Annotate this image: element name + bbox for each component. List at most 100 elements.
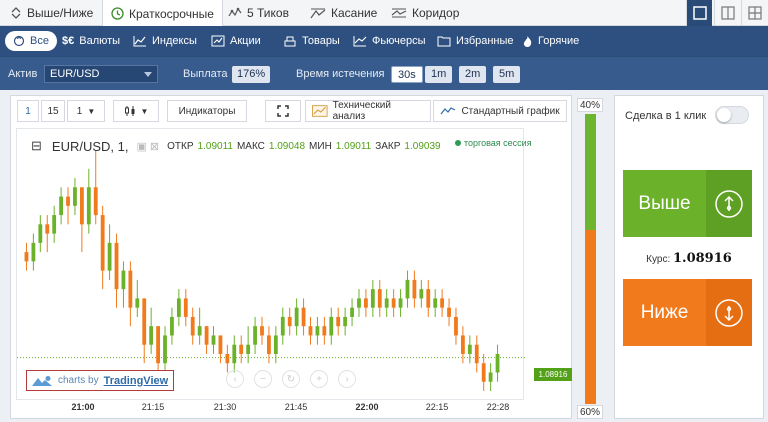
fullscreen-icon	[277, 105, 289, 117]
category-label: Товары	[302, 35, 340, 47]
candle	[322, 316, 327, 345]
candle-body	[225, 353, 230, 364]
legend-low: 1.09011	[335, 140, 372, 152]
candle-body	[107, 242, 112, 271]
down-button-label: Ниже	[640, 301, 689, 323]
zoom-in-button[interactable]: +	[310, 370, 328, 388]
trade-panel: Сделка в 1 клик Выше Курс: 1.08916 Ниже	[614, 95, 764, 419]
candle	[301, 298, 306, 336]
layout-two-button[interactable]	[714, 0, 740, 26]
layout-four-button[interactable]	[741, 0, 767, 26]
updown-icon	[11, 7, 21, 19]
category-futures[interactable]: Фьючерсы	[353, 31, 425, 51]
scroll-left-button[interactable]: ‹	[226, 370, 244, 388]
toggle-knob	[717, 108, 731, 122]
asset-value: EUR/USD	[50, 68, 100, 80]
candle	[239, 335, 244, 364]
category-currencies[interactable]: $€ Валюты	[62, 31, 120, 51]
candle	[426, 279, 431, 317]
candle	[377, 279, 382, 317]
category-label: Фьючерсы	[372, 35, 426, 47]
expiry-5m-button[interactable]: 5m	[493, 66, 521, 83]
candle	[107, 224, 112, 280]
category-indices[interactable]: Индексы	[133, 31, 197, 51]
standard-chart-label: Стандартный график	[461, 105, 560, 117]
candle-body	[294, 307, 299, 327]
standard-chart-button[interactable]: Стандартный график	[433, 100, 567, 122]
category-stocks[interactable]: Акции	[211, 31, 261, 51]
tab-high-low[interactable]: Выше/Ниже	[2, 0, 101, 26]
candle-body	[412, 279, 417, 299]
four-layout-icon	[747, 6, 762, 20]
interval-button-1[interactable]: 1	[17, 100, 39, 122]
indicators-button[interactable]: Индикаторы	[167, 100, 247, 122]
candle-body	[350, 307, 354, 317]
call-up-button[interactable]: Выше	[623, 170, 752, 237]
put-down-button[interactable]: Ниже	[623, 279, 752, 346]
legend-high: 1.09048	[268, 140, 306, 152]
chevron-down-icon: ▼	[87, 106, 96, 116]
candle	[142, 298, 147, 364]
candle	[225, 344, 230, 373]
candle-body	[273, 335, 278, 354]
tab-corridor[interactable]: Коридор	[383, 0, 467, 26]
candle-body	[405, 279, 410, 299]
scroll-right-button[interactable]: ›	[338, 370, 356, 388]
candle-body	[301, 307, 306, 327]
category-all[interactable]: Все	[5, 31, 57, 51]
candle-body	[280, 316, 285, 336]
zoom-out-button[interactable]: −	[254, 370, 272, 388]
category-commodities[interactable]: Товары	[283, 31, 340, 51]
hot-icon	[523, 35, 532, 47]
asset-select[interactable]: EUR/USD	[44, 65, 158, 83]
current-price-tag: 1.08916	[534, 368, 572, 381]
tab-short-term[interactable]: Краткосрочные	[102, 0, 223, 27]
time-tick-label: 21:15	[141, 402, 165, 412]
expiry-1m-button[interactable]: 1m	[425, 66, 453, 83]
candle-body	[253, 326, 257, 345]
one-click-toggle[interactable]	[715, 106, 749, 124]
expiry-label: Время истечения	[296, 68, 385, 80]
fullscreen-button[interactable]	[265, 100, 301, 122]
tab-label: Коридор	[412, 6, 460, 20]
tv-brand-link[interactable]: TradingView	[104, 375, 169, 387]
interval-select[interactable]: 1 ▼	[67, 100, 105, 122]
category-favorites[interactable]: Избранные	[437, 31, 514, 51]
tech-analysis-button[interactable]: Технический анализ	[305, 100, 431, 122]
candle-body	[336, 316, 341, 327]
legend-close: 1.09039	[404, 140, 441, 152]
chart-plot-area[interactable]	[16, 128, 525, 400]
tab-5-ticks[interactable]: 5 Тиков	[220, 0, 297, 26]
chart-type-select[interactable]: ▼	[113, 100, 159, 122]
reset-chart-button[interactable]: ↻	[282, 370, 300, 388]
candle-body	[287, 316, 292, 327]
candle-body	[163, 335, 167, 364]
candle	[45, 215, 50, 253]
interval-button-15[interactable]: 15	[41, 100, 65, 122]
candle-body	[156, 326, 160, 364]
expiry-2m-button[interactable]: 2m	[459, 66, 487, 83]
candle	[481, 353, 486, 391]
candle	[135, 279, 140, 317]
touch-icon	[310, 8, 326, 19]
candle-body	[31, 242, 36, 262]
candle-body	[454, 316, 458, 336]
candle-body	[190, 316, 195, 336]
candle	[100, 205, 105, 290]
candle-body	[232, 344, 237, 364]
layout-single-button[interactable]	[686, 0, 712, 26]
candle-body	[433, 298, 438, 308]
candle-body	[495, 353, 500, 373]
candle-body	[474, 344, 479, 364]
expiry-30s-button[interactable]: 30s	[391, 66, 423, 83]
candle	[79, 187, 84, 253]
category-hot[interactable]: Горячие	[522, 31, 579, 51]
tab-touch[interactable]: Касание	[302, 0, 385, 26]
candle	[176, 289, 181, 327]
candle	[211, 326, 216, 354]
candle	[31, 233, 36, 271]
candle	[38, 215, 43, 253]
tradingview-badge[interactable]: charts by TradingView	[26, 370, 174, 391]
candle-body	[121, 270, 126, 290]
candle	[308, 316, 313, 345]
